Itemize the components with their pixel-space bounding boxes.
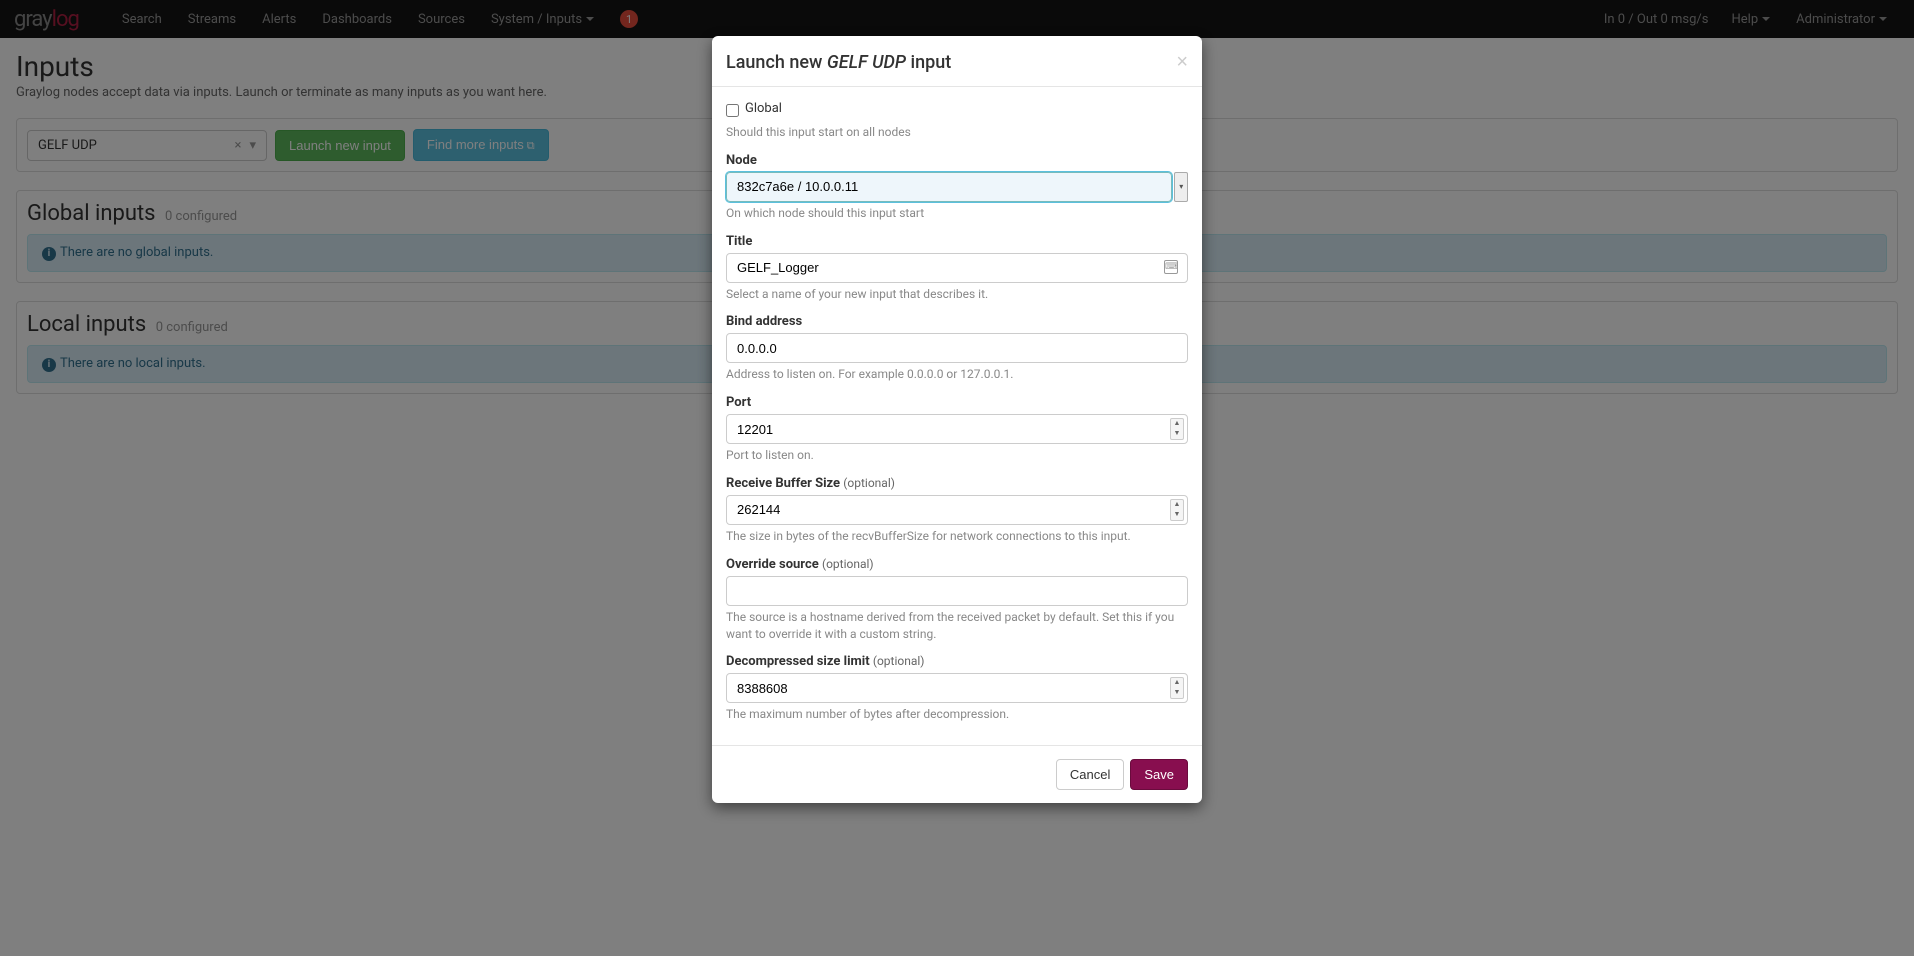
chevron-down-icon[interactable]: ▾ (1174, 172, 1188, 202)
save-button[interactable]: Save (1130, 759, 1188, 790)
chevron-up-icon[interactable]: ▲ (1171, 500, 1183, 510)
chevron-up-icon[interactable]: ▲ (1171, 678, 1183, 688)
port-spinner[interactable]: ▲▼ (1170, 418, 1184, 440)
autofill-icon[interactable]: ⌨ (1164, 260, 1178, 274)
node-help: On which node should this input start (726, 205, 1188, 222)
decomp-label: Decompressed size limit (optional) (726, 654, 1188, 669)
title-label: Title (726, 234, 1188, 249)
bind-label: Bind address (726, 314, 1188, 329)
cancel-button[interactable]: Cancel (1056, 759, 1124, 790)
node-label: Node (726, 153, 1188, 168)
decomp-spinner[interactable]: ▲▼ (1170, 677, 1184, 699)
modal-title: Launch new GELF UDP input (726, 52, 951, 73)
global-help: Should this input start on all nodes (726, 124, 1188, 141)
buffer-label: Receive Buffer Size (optional) (726, 476, 1188, 491)
override-help: The source is a hostname derived from th… (726, 609, 1188, 643)
modal-footer: Cancel Save (712, 745, 1202, 803)
close-icon[interactable]: × (1176, 51, 1188, 74)
chevron-down-icon[interactable]: ▼ (1171, 429, 1183, 439)
buffer-help: The size in bytes of the recvBufferSize … (726, 528, 1188, 545)
node-select[interactable] (726, 172, 1172, 202)
global-label: Global (745, 101, 782, 116)
receive-buffer-input[interactable] (726, 495, 1188, 525)
chevron-up-icon[interactable]: ▲ (1171, 419, 1183, 429)
bind-address-input[interactable] (726, 333, 1188, 363)
launch-input-modal: Launch new GELF UDP input × Global Shoul… (712, 36, 1202, 803)
title-help: Select a name of your new input that des… (726, 286, 1188, 303)
chevron-down-icon[interactable]: ▼ (1171, 688, 1183, 698)
global-checkbox[interactable] (726, 104, 739, 117)
port-help: Port to listen on. (726, 447, 1188, 464)
override-label: Override source (optional) (726, 557, 1188, 572)
decomp-help: The maximum number of bytes after decomp… (726, 706, 1188, 723)
title-input[interactable] (726, 253, 1188, 283)
port-input[interactable] (726, 414, 1188, 444)
modal-header: Launch new GELF UDP input × (712, 36, 1202, 87)
bind-help: Address to listen on. For example 0.0.0.… (726, 366, 1188, 383)
port-label: Port (726, 395, 1188, 410)
override-source-input[interactable] (726, 576, 1188, 606)
modal-body: Global Should this input start on all no… (712, 87, 1202, 745)
chevron-down-icon[interactable]: ▼ (1171, 510, 1183, 520)
decompressed-size-input[interactable] (726, 673, 1188, 703)
buffer-spinner[interactable]: ▲▼ (1170, 499, 1184, 521)
